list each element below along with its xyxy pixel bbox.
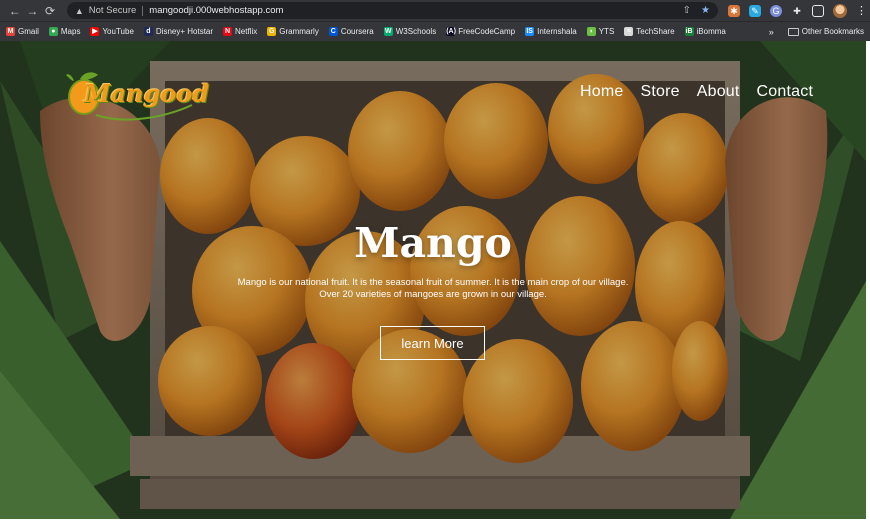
nav-store-link[interactable]: Store <box>640 83 679 101</box>
bookmark-favicon-icon: M <box>6 27 15 36</box>
bookmark-favicon-icon: ● <box>48 27 58 36</box>
hero-section: Mangood Home Store About Contact Mango M… <box>0 41 866 519</box>
bookmark-favicon-icon: (A) <box>446 27 456 36</box>
bookmark-label: Netflix <box>235 27 258 36</box>
nav-contact-link[interactable]: Contact <box>757 83 814 101</box>
hero-description-line-1: Mango is our national fruit. It is the s… <box>237 277 629 288</box>
bookmark-item[interactable]: IS Internshala <box>525 27 577 36</box>
share-icon[interactable]: ⇧ <box>683 5 691 16</box>
hero-title: Mango <box>354 219 512 267</box>
bookmark-favicon-icon: N <box>223 27 233 36</box>
bookmark-label: FreeCodeCamp <box>458 27 516 36</box>
kebab-menu-icon[interactable]: ⋮ <box>856 4 867 17</box>
extensions-area: ✱ ✎ G ✚ ⋮ <box>727 3 867 18</box>
back-icon[interactable]: ← <box>6 2 24 20</box>
bookmark-label: Coursera <box>340 27 374 36</box>
bookmark-label: Internshala <box>537 27 577 36</box>
bookmark-label: W3Schools <box>395 27 437 36</box>
bookmark-favicon-icon: ▶ <box>90 27 100 36</box>
browser-toolbar: ← → ⟳ ▲ Not Secure mangoodji.000webhosta… <box>0 0 870 21</box>
bookmarks-overflow-button[interactable]: » <box>769 27 774 37</box>
bookmark-label: Gmail <box>18 27 39 36</box>
bookmark-favicon-icon: W <box>383 27 393 36</box>
hero-description: Mango is our national fruit. It is the s… <box>0 277 866 301</box>
bookmark-item[interactable]: ◗ YTS <box>586 27 615 36</box>
bookmark-favicon-icon: IS <box>525 27 535 36</box>
bookmark-favicon-icon: d <box>143 27 153 36</box>
bookmark-favicon-icon: ≡ <box>624 27 634 36</box>
url-text[interactable]: mangoodji.000webhostapp.com <box>149 5 283 16</box>
bookmark-item[interactable]: ● Maps <box>48 27 81 36</box>
page-bottom-edge <box>0 519 870 525</box>
warning-icon[interactable]: ▲ <box>75 6 84 16</box>
other-bookmarks-label: Other Bookmarks <box>801 27 864 36</box>
bookmark-label: TechShare <box>636 27 675 36</box>
bookmark-item[interactable]: G Grammarly <box>267 27 319 36</box>
hero-description-line-2: Over 20 varieties of mangoes are grown i… <box>319 289 547 300</box>
extension-3-icon[interactable]: G <box>769 4 782 17</box>
logo-text[interactable]: Mangood <box>84 79 209 108</box>
nav-home-link[interactable]: Home <box>580 83 623 101</box>
extension-1-icon[interactable]: ✱ <box>727 4 740 17</box>
bookmark-item[interactable]: iB iBomma <box>684 27 726 36</box>
learn-more-button[interactable]: learn More <box>380 326 485 360</box>
puzzle-icon[interactable]: ✚ <box>791 5 803 17</box>
bookmark-favicon-icon: ◗ <box>586 27 596 36</box>
bookmark-item[interactable]: M Gmail <box>6 27 39 36</box>
bookmark-label: YouTube <box>102 27 134 36</box>
folder-icon <box>787 27 799 36</box>
bookmark-item[interactable]: C Coursera <box>328 27 374 36</box>
nav-about-link[interactable]: About <box>697 83 740 101</box>
bookmark-item[interactable]: ≡ TechShare <box>624 27 675 36</box>
bookmark-item[interactable]: d Disney+ Hotstar <box>143 27 214 36</box>
bookmark-item[interactable]: N Netflix <box>223 27 257 36</box>
profile-avatar[interactable] <box>832 3 847 18</box>
bookmark-label: Disney+ Hotstar <box>155 27 214 36</box>
bookmark-star-icon[interactable]: ★ <box>701 5 710 16</box>
bookmark-favicon-icon: iB <box>684 27 694 36</box>
forward-icon[interactable]: → <box>24 2 42 20</box>
bookmarks-bar: M Gmail ● Maps ▶ YouTube d Disney+ Hotstar N Netf… <box>0 21 870 41</box>
site-navigation: Home Store About Contact <box>580 83 813 101</box>
omnibox-divider <box>142 5 144 16</box>
security-label: Not Secure <box>88 5 137 16</box>
bookmark-item[interactable]: ▶ YouTube <box>90 27 134 36</box>
bookmark-label: Maps <box>60 27 81 36</box>
side-panel-icon[interactable] <box>811 4 824 17</box>
bookmark-label: iBomma <box>696 27 726 36</box>
bookmark-item[interactable]: (A) FreeCodeCamp <box>446 27 515 36</box>
bookmark-favicon-icon: G <box>267 27 277 36</box>
bookmark-favicon-icon: C <box>328 27 338 36</box>
extension-2-icon[interactable]: ✎ <box>748 4 761 17</box>
bookmark-label: YTS <box>598 27 615 36</box>
page-right-edge <box>866 41 870 525</box>
bookmark-item[interactable]: W W3Schools <box>383 27 437 36</box>
address-bar[interactable]: ▲ Not Secure mangoodji.000webhostapp.com… <box>66 2 718 19</box>
other-bookmarks-folder[interactable]: Other Bookmarks <box>787 27 864 36</box>
reload-icon[interactable]: ⟳ <box>41 2 59 20</box>
bookmark-label: Grammarly <box>279 27 319 36</box>
